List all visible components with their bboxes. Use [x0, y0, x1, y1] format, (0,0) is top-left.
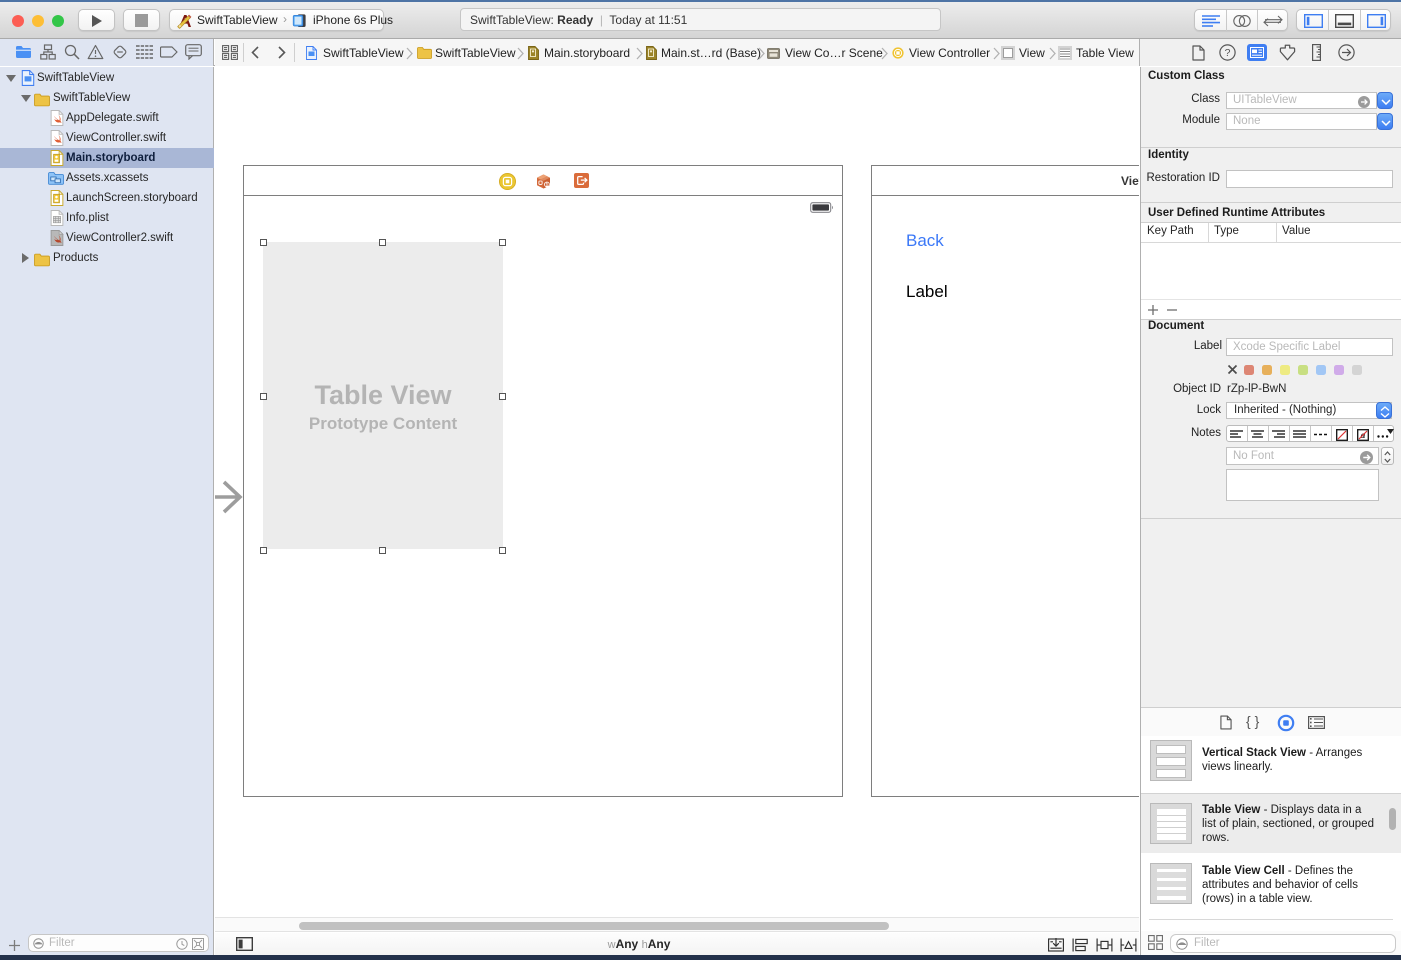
svg-text:?: ?	[1225, 47, 1231, 59]
svg-text:1: 1	[545, 182, 548, 188]
